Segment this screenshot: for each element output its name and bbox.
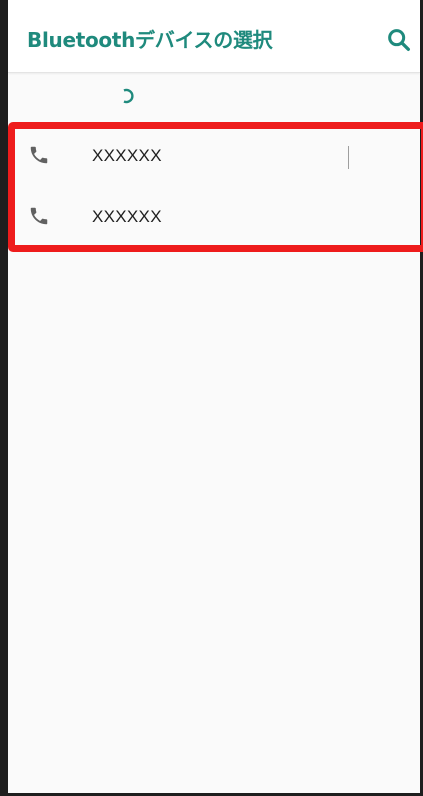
device-name: XXXXXX	[92, 146, 162, 165]
search-icon[interactable]	[385, 26, 413, 54]
page-title: Bluetoothデバイスの選択	[27, 28, 273, 52]
scanning-indicator	[8, 73, 420, 123]
app-bar: Bluetoothデバイスの選択	[8, 0, 420, 73]
divider	[348, 146, 349, 169]
screen: Bluetoothデバイスの選択 XXXXXX XXXXXX	[0, 0, 423, 796]
device-item[interactable]: XXXXXX	[8, 124, 420, 185]
progress-spinner-icon	[123, 88, 134, 104]
phone-icon	[30, 207, 48, 225]
device-item[interactable]: XXXXXX	[8, 185, 420, 246]
phone-icon	[30, 146, 48, 164]
device-name: XXXXXX	[92, 207, 162, 226]
device-list: XXXXXX XXXXXX	[8, 124, 420, 246]
